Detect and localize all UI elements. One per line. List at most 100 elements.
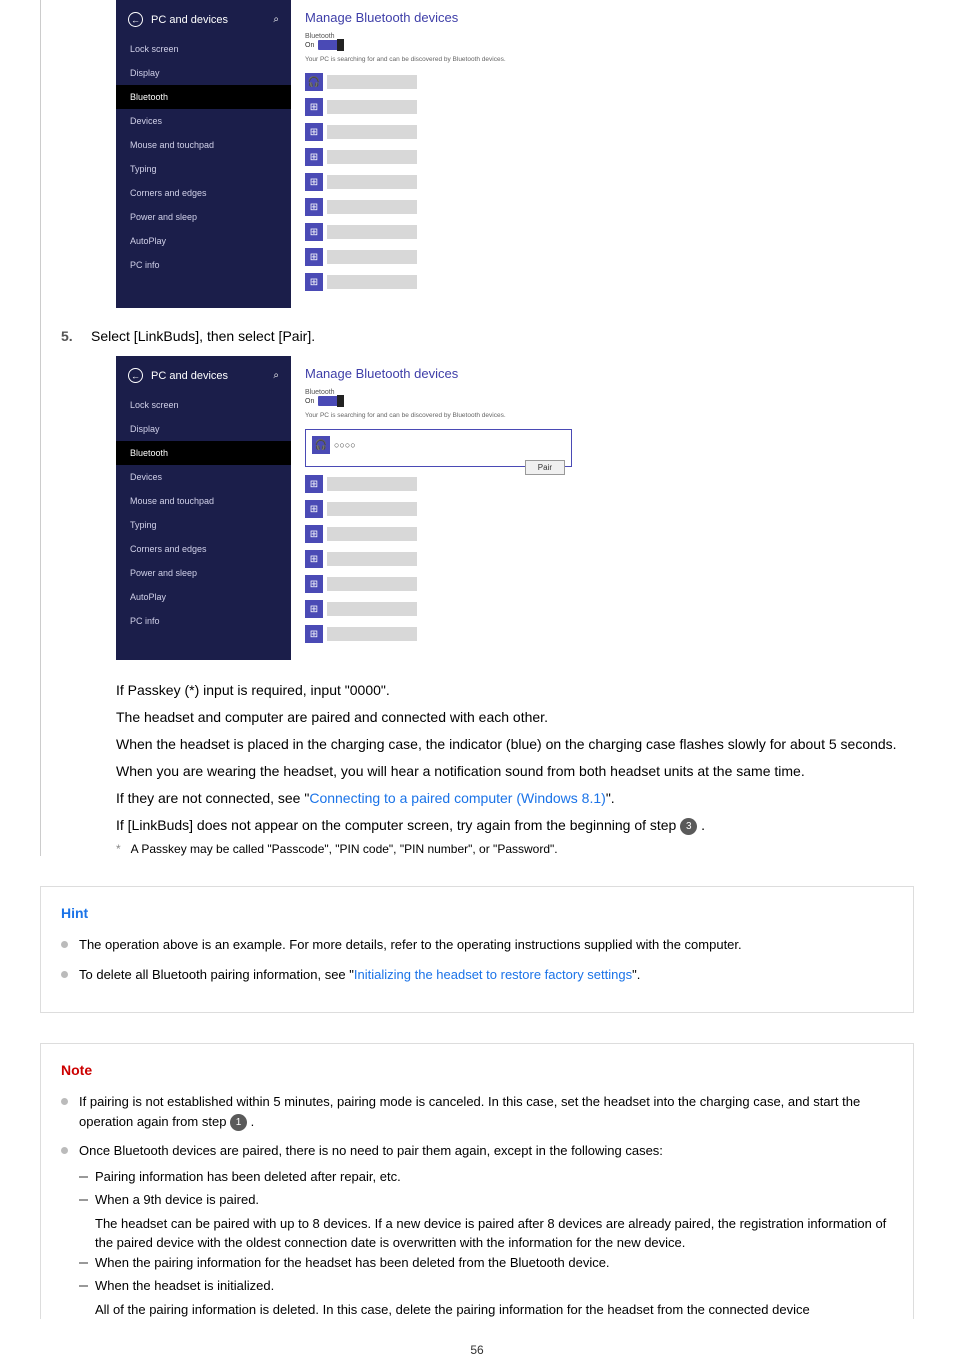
paragraph: If they are not connected, see "Connecti… bbox=[116, 788, 914, 809]
device-row: ⊞ bbox=[305, 550, 572, 568]
device-bar bbox=[327, 527, 417, 541]
device-bar bbox=[327, 75, 417, 89]
bt-toggle-row-a: On bbox=[305, 40, 572, 50]
search-text-b: Your PC is searching for and can be disc… bbox=[305, 412, 572, 419]
sidebar-item: Mouse and touchpad bbox=[116, 133, 291, 157]
device-bar bbox=[327, 577, 417, 591]
device-row: ⊞ bbox=[305, 525, 572, 543]
device-bar bbox=[327, 100, 417, 114]
step-text: Select [LinkBuds], then select [Pair]. bbox=[91, 328, 914, 344]
device-bar bbox=[327, 552, 417, 566]
sidebar-item: AutoPlay bbox=[116, 229, 291, 253]
sidebar-header-b: ← PC and devices ⌕ bbox=[116, 368, 291, 393]
device-row: ⊞ bbox=[305, 273, 572, 291]
screenshot-a-wrapper: ← PC and devices ⌕ Lock screen Display B… bbox=[116, 0, 914, 308]
device-icon: ⊞ bbox=[305, 475, 323, 493]
toggle-icon bbox=[318, 396, 344, 406]
text: If pairing is not established within 5 m… bbox=[79, 1094, 860, 1129]
link-initialize[interactable]: Initializing the headset to restore fact… bbox=[354, 967, 632, 982]
content-pane-a: Manage Bluetooth devices Bluetooth On Yo… bbox=[291, 0, 586, 308]
device-bar bbox=[327, 150, 417, 164]
device-bar bbox=[327, 627, 417, 641]
device-icon: ⊞ bbox=[305, 248, 323, 266]
step-badge-1: 1 bbox=[230, 1114, 247, 1131]
sidebar-item: Lock screen bbox=[116, 37, 291, 61]
device-icon: ⊞ bbox=[305, 148, 323, 166]
note-item: Once Bluetooth devices are paired, there… bbox=[61, 1141, 893, 1319]
device-row: ⊞ bbox=[305, 223, 572, 241]
text: . bbox=[247, 1114, 254, 1129]
bt-state-a: On bbox=[305, 42, 314, 49]
hint-title: Hint bbox=[61, 905, 893, 921]
device-bar bbox=[327, 125, 417, 139]
device-bar bbox=[327, 602, 417, 616]
text: . bbox=[697, 817, 705, 833]
device-row: ⊞ bbox=[305, 98, 572, 116]
paragraph: When the headset is placed in the chargi… bbox=[116, 734, 914, 755]
note-box: Note If pairing is not established withi… bbox=[40, 1043, 914, 1319]
device-bar bbox=[327, 225, 417, 239]
sidebar-item: PC info bbox=[116, 609, 291, 633]
device-row: ⊞ bbox=[305, 500, 572, 518]
paragraph: If [LinkBuds] does not appear on the com… bbox=[116, 815, 914, 836]
footnote-text: A Passkey may be called "Passcode", "PIN… bbox=[131, 842, 558, 856]
device-icon: ⊞ bbox=[305, 625, 323, 643]
sidebar-a: ← PC and devices ⌕ Lock screen Display B… bbox=[116, 0, 291, 308]
hint-item: To delete all Bluetooth pairing informat… bbox=[61, 965, 893, 985]
note-item: If pairing is not established within 5 m… bbox=[61, 1092, 893, 1131]
device-icon: ⊞ bbox=[305, 173, 323, 191]
sidebar-item: Display bbox=[116, 61, 291, 85]
device-bar bbox=[327, 275, 417, 289]
hint-item: The operation above is an example. For m… bbox=[61, 935, 893, 955]
text: When the headset is initialized. bbox=[95, 1278, 274, 1293]
headphone-icon: 🎧 bbox=[312, 436, 330, 454]
note-sublist: Pairing information has been deleted aft… bbox=[79, 1167, 893, 1320]
paragraph: If Passkey (*) input is required, input … bbox=[116, 680, 914, 701]
text: If they are not connected, see " bbox=[116, 790, 309, 806]
footnote: * A Passkey may be called "Passcode", "P… bbox=[116, 842, 914, 856]
selected-device-header: 🎧 ○○○○ bbox=[312, 436, 565, 454]
step-badge-3: 3 bbox=[680, 818, 697, 835]
device-icon: ⊞ bbox=[305, 273, 323, 291]
device-bar bbox=[327, 502, 417, 516]
page-number: 56 bbox=[40, 1343, 914, 1369]
note-subitem: When the headset is initialized. bbox=[79, 1276, 893, 1296]
sidebar-item: Lock screen bbox=[116, 393, 291, 417]
screenshot-b: ← PC and devices ⌕ Lock screen Display B… bbox=[116, 356, 586, 660]
note-subdetail: The headset can be paired with up to 8 d… bbox=[95, 1214, 893, 1253]
sidebar-item: Typing bbox=[116, 513, 291, 537]
device-row: ⊞ bbox=[305, 625, 572, 643]
bt-toggle-row-b: On bbox=[305, 396, 572, 406]
pair-button[interactable]: Pair bbox=[525, 460, 565, 475]
device-row: ⊞ bbox=[305, 248, 572, 266]
sidebar-item: AutoPlay bbox=[116, 585, 291, 609]
text: When a 9th device is paired. bbox=[95, 1192, 259, 1207]
content-title-b: Manage Bluetooth devices bbox=[305, 366, 572, 381]
text: If [LinkBuds] does not appear on the com… bbox=[116, 817, 680, 833]
screenshot-a: ← PC and devices ⌕ Lock screen Display B… bbox=[116, 0, 586, 308]
note-subitem: When a 9th device is paired. bbox=[79, 1190, 893, 1210]
bt-state-b: On bbox=[305, 398, 314, 405]
device-name: ○○○○ bbox=[334, 440, 356, 450]
sidebar-b: ← PC and devices ⌕ Lock screen Display B… bbox=[116, 356, 291, 660]
note-list: If pairing is not established within 5 m… bbox=[61, 1092, 893, 1319]
sidebar-header-a: ← PC and devices ⌕ bbox=[116, 12, 291, 37]
back-arrow-icon: ← bbox=[128, 368, 143, 383]
step-5: 5. Select [LinkBuds], then select [Pair]… bbox=[61, 328, 914, 344]
link-connect-paired[interactable]: Connecting to a paired computer (Windows… bbox=[309, 790, 605, 806]
search-icon: ⌕ bbox=[273, 370, 279, 381]
content-title-a: Manage Bluetooth devices bbox=[305, 10, 572, 25]
sidebar-item: Mouse and touchpad bbox=[116, 489, 291, 513]
sidebar-item: Display bbox=[116, 417, 291, 441]
bt-label-a: Bluetooth bbox=[305, 33, 572, 40]
note-subitem: When the pairing information for the hea… bbox=[79, 1253, 893, 1273]
sidebar-item: Corners and edges bbox=[116, 537, 291, 561]
bt-label-b: Bluetooth bbox=[305, 389, 572, 396]
sidebar-item: Corners and edges bbox=[116, 181, 291, 205]
device-icon: ⊞ bbox=[305, 525, 323, 543]
step-container: ← PC and devices ⌕ Lock screen Display B… bbox=[40, 0, 914, 856]
content-pane-b: Manage Bluetooth devices Bluetooth On Yo… bbox=[291, 356, 586, 660]
sidebar-item: Devices bbox=[116, 465, 291, 489]
note-subitem: Pairing information has been deleted aft… bbox=[79, 1167, 893, 1187]
sidebar-title-b: PC and devices bbox=[151, 370, 228, 382]
